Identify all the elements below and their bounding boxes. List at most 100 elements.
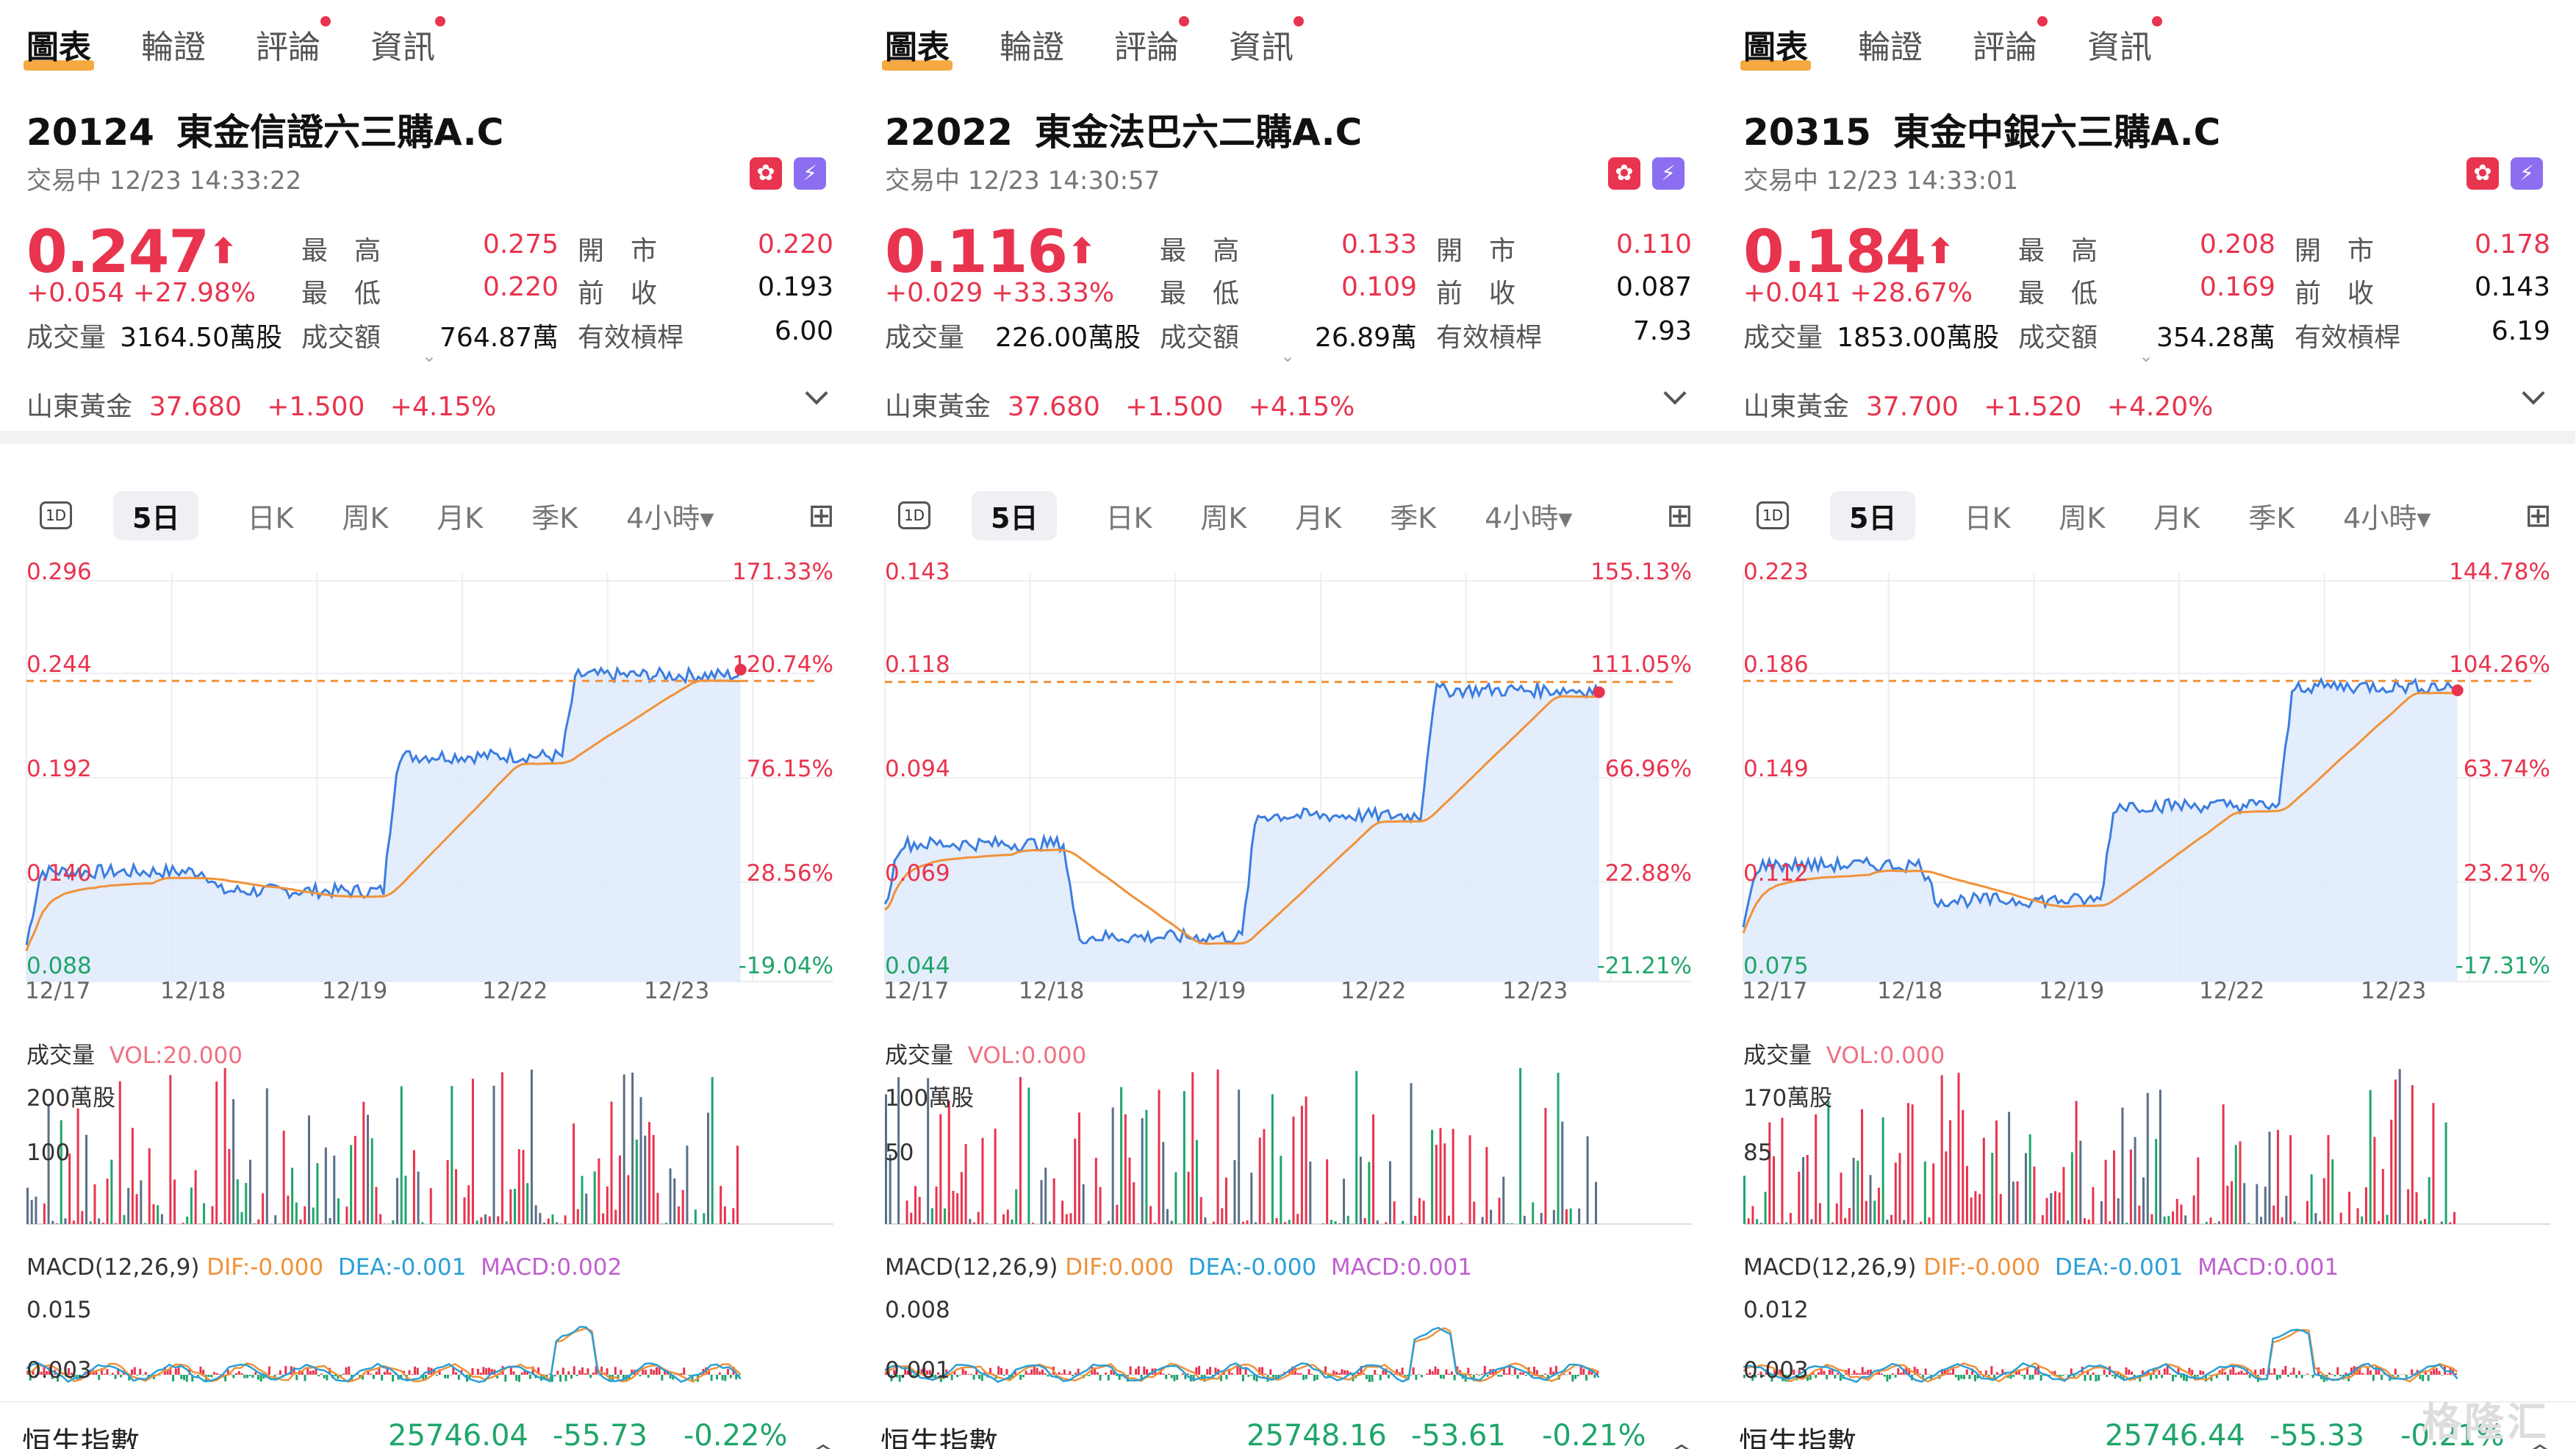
chevron-up-icon[interactable]: ︿ — [1667, 1419, 1696, 1449]
period-month[interactable]: 月K — [1295, 495, 1341, 536]
period-quarter[interactable]: 季K — [531, 495, 578, 536]
period-quarter[interactable]: 季K — [1390, 495, 1436, 536]
period-5d[interactable]: 5日 — [113, 490, 199, 540]
chevron-down-icon[interactable] — [1663, 382, 1687, 405]
macd-bar — [1582, 1368, 1585, 1375]
period-day[interactable]: 日K — [1105, 495, 1152, 536]
volume-bar — [89, 1221, 92, 1224]
macd-bar — [476, 1368, 479, 1375]
volume-bar — [652, 1134, 655, 1224]
expand-icon[interactable]: ⌄ — [422, 346, 437, 366]
tab-comments[interactable]: 評論 — [256, 16, 331, 68]
macd-bar — [2169, 1373, 2172, 1375]
macd-bar — [2128, 1369, 2131, 1375]
macd-bar — [144, 1372, 147, 1375]
volume-bar — [1831, 1222, 1834, 1224]
period-week[interactable]: 周K — [2059, 495, 2105, 536]
volume-bar — [1827, 1101, 1830, 1224]
macd-bar — [1310, 1373, 1313, 1375]
tab-warrants[interactable]: 輪證 — [1858, 21, 1923, 68]
volume-bar — [2348, 1192, 2351, 1224]
volume-bar — [1027, 1087, 1030, 1224]
macd-bar — [1230, 1373, 1233, 1375]
macd-bar — [1470, 1373, 1473, 1375]
period-quarter[interactable]: 季K — [2248, 495, 2295, 536]
period-day[interactable]: 日K — [1964, 495, 2010, 536]
tab-chart[interactable]: 圖表 — [1740, 21, 1811, 71]
period-month[interactable]: 月K — [437, 495, 483, 536]
period-1d-icon[interactable]: 1D — [40, 501, 72, 529]
volume-bar — [1346, 1215, 1349, 1224]
period-4h[interactable]: 4小時▾ — [626, 495, 714, 536]
prev-close-value: 0.193 — [757, 272, 833, 302]
macd-bar — [1341, 1369, 1343, 1375]
volume-bar — [1498, 1198, 1501, 1224]
expand-icon[interactable]: ⌄ — [2139, 346, 2153, 366]
period-1d-icon[interactable]: 1D — [898, 501, 930, 529]
bolt-icon[interactable]: ⚡ — [2511, 157, 2543, 190]
volume-bar — [1802, 1156, 1805, 1224]
chevron-down-icon[interactable] — [2522, 382, 2545, 405]
chevron-up-icon[interactable]: ︿ — [808, 1419, 838, 1449]
macd-bar — [1146, 1369, 1149, 1375]
volume-bar — [598, 1158, 600, 1224]
macd-bar — [1883, 1375, 1886, 1377]
macd-bar — [251, 1375, 254, 1378]
volume-bar — [1815, 1114, 1818, 1224]
macd-bar — [661, 1375, 664, 1381]
expand-icon[interactable]: ⌄ — [1280, 346, 1295, 366]
volume-bar — [2008, 1112, 2011, 1224]
bolt-icon[interactable]: ⚡ — [794, 157, 826, 190]
volume-bar — [362, 1101, 365, 1224]
period-month[interactable]: 月K — [2153, 495, 2200, 536]
macd-bar — [1450, 1371, 1453, 1375]
y-left-tick: 0.118 — [885, 651, 950, 678]
macd-bar — [1198, 1366, 1201, 1375]
volume-bar — [2155, 1139, 2158, 1224]
volume-bar — [1216, 1069, 1219, 1224]
grid-icon[interactable]: ⊞ — [808, 497, 835, 534]
macd-bar — [1579, 1366, 1582, 1375]
volume-bar — [30, 1200, 33, 1224]
volume-bar — [2327, 1134, 2330, 1224]
macd-bar — [2130, 1371, 2133, 1375]
y-right-tick: 23.21% — [2463, 860, 2550, 887]
tab-chart[interactable]: 圖表 — [882, 21, 952, 71]
volume-bar — [278, 1223, 281, 1224]
chevron-down-icon[interactable] — [805, 382, 828, 405]
tab-warrants[interactable]: 輪證 — [141, 21, 206, 68]
open-value: 0.220 — [757, 229, 833, 260]
period-5d[interactable]: 5日 — [972, 490, 1058, 540]
period-1d-icon[interactable]: 1D — [1757, 501, 1789, 529]
tab-news[interactable]: 資訊 — [370, 16, 445, 68]
grid-icon[interactable]: ⊞ — [2525, 497, 2552, 534]
period-4h[interactable]: 4小時▾ — [2343, 495, 2430, 536]
volume-bar — [2378, 1220, 2381, 1224]
volume-bar — [1204, 1217, 1207, 1224]
macd-bar — [1074, 1373, 1077, 1375]
tab-comments[interactable]: 評論 — [1114, 16, 1189, 68]
macd-bar — [416, 1367, 419, 1375]
index-bar[interactable]: 恒生指數 25748.16 -53.61 -0.21% ︿ — [858, 1401, 1717, 1449]
tab-comments[interactable]: 評論 — [1973, 16, 2048, 68]
underlying-row[interactable]: 山東黃金 37.700 +1.520 +4.20% — [1743, 385, 2213, 423]
tab-news[interactable]: 資訊 — [1229, 16, 1304, 68]
grid-icon[interactable]: ⊞ — [1666, 497, 1693, 534]
volume-bar — [2432, 1103, 2435, 1224]
underlying-row[interactable]: 山東黃金 37.680 +1.500 +4.15% — [26, 385, 496, 423]
index-bar[interactable]: 恒生指數 25746.04 -55.73 -0.22% ︿ — [0, 1401, 858, 1449]
period-week[interactable]: 周K — [342, 495, 388, 536]
macd-bar — [553, 1375, 556, 1377]
bolt-icon[interactable]: ⚡ — [1652, 157, 1685, 190]
underlying-row[interactable]: 山東黃金 37.680 +1.500 +4.15% — [885, 385, 1355, 423]
period-day[interactable]: 日K — [247, 495, 293, 536]
volume-bar — [1128, 1157, 1131, 1224]
macd-bar — [1954, 1375, 1957, 1378]
period-4h[interactable]: 4小時▾ — [1485, 495, 1572, 536]
tab-warrants[interactable]: 輪證 — [1000, 21, 1064, 68]
macd-bar — [326, 1375, 329, 1381]
tab-chart[interactable]: 圖表 — [24, 21, 94, 71]
period-week[interactable]: 周K — [1200, 495, 1246, 536]
tab-news[interactable]: 資訊 — [2087, 16, 2162, 68]
period-5d[interactable]: 5日 — [1830, 490, 1916, 540]
